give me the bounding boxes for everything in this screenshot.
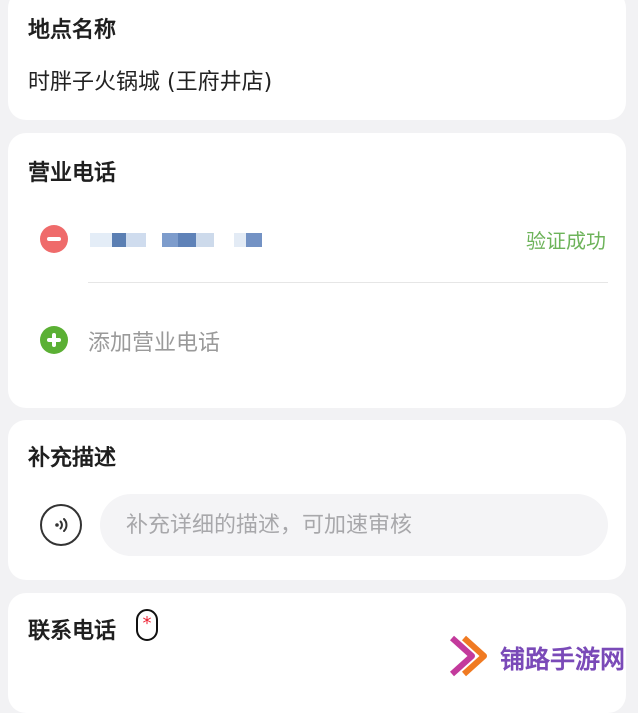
watermark-text: 铺路手游网 — [500, 645, 626, 674]
business-phone-title: 营业电话 — [28, 161, 117, 186]
watermark: 铺路手游网 — [448, 632, 638, 682]
voice-input-icon[interactable] — [40, 504, 82, 546]
location-value[interactable]: 时胖子火锅城 (王府井店) — [28, 64, 272, 96]
location-title: 地点名称 — [28, 18, 117, 43]
business-phone-card: 营业电话 验证成功 添加营业电话 — [8, 133, 626, 408]
verify-status: 验证成功 — [526, 229, 606, 253]
description-input[interactable] — [100, 494, 608, 556]
watermark-logo-icon — [449, 635, 487, 677]
remove-phone-icon[interactable] — [40, 225, 68, 253]
divider — [88, 282, 608, 283]
required-mark: * — [136, 609, 158, 641]
add-phone-button[interactable]: 添加营业电话 — [88, 325, 220, 357]
masked-phone-number — [90, 229, 270, 251]
location-card: 地点名称 时胖子火锅城 (王府井店) — [8, 0, 626, 120]
contact-phone-title: 联系电话 — [28, 619, 117, 644]
description-card: 补充描述 — [8, 420, 626, 580]
description-title: 补充描述 — [28, 446, 117, 471]
add-phone-icon[interactable] — [40, 326, 68, 354]
